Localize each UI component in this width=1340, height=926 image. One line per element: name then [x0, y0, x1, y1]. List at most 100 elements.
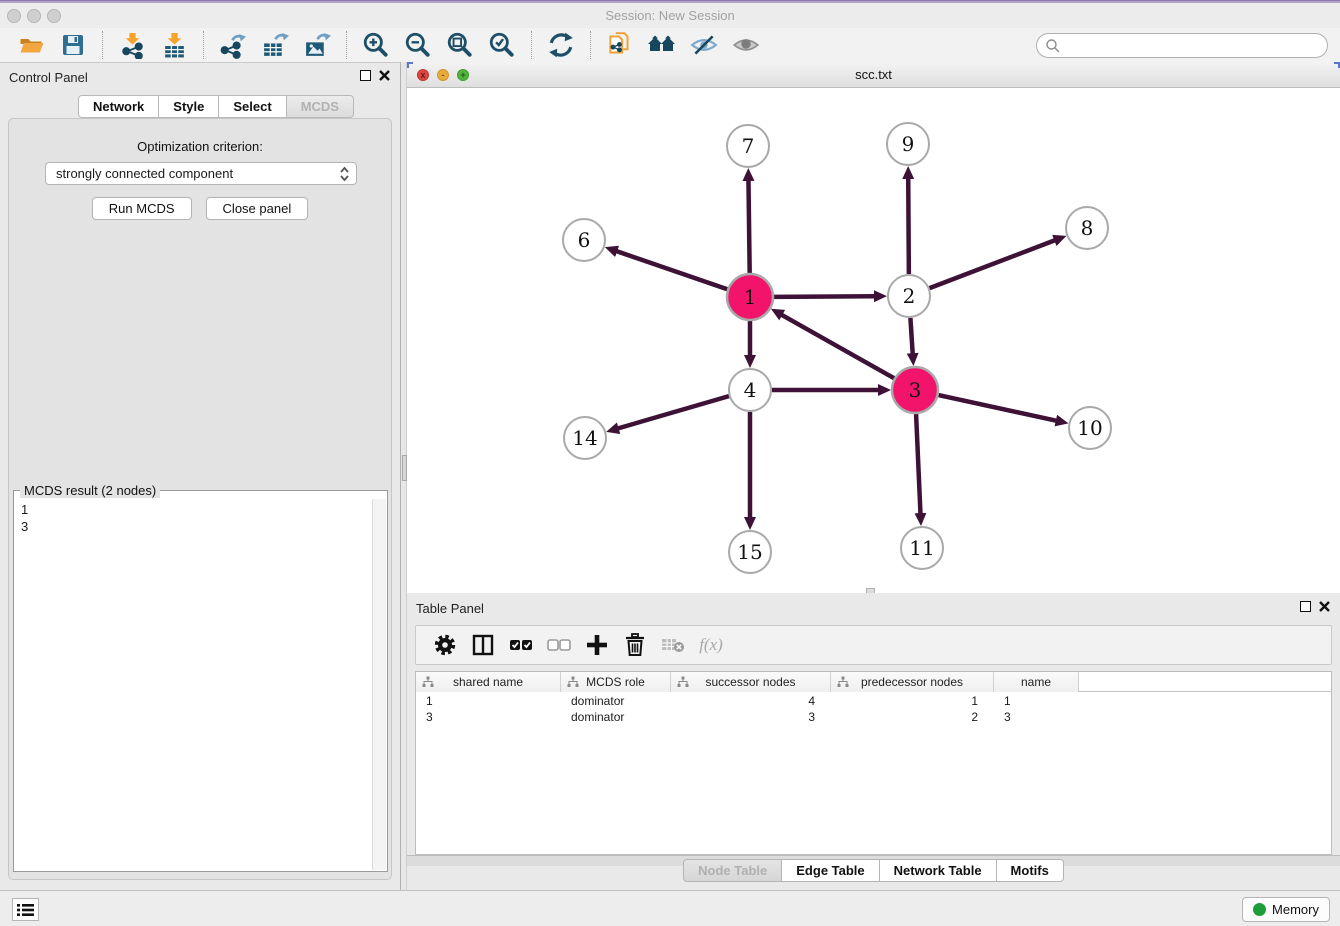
graph-node-8[interactable]: 8: [1066, 207, 1108, 249]
memory-button[interactable]: Memory: [1242, 897, 1330, 922]
graph-node-14[interactable]: 14: [564, 417, 606, 459]
edge-3-1[interactable]: [781, 315, 894, 379]
cell-name: 1: [994, 693, 1079, 709]
search-field[interactable]: [1036, 33, 1328, 58]
toolbar-separator: [590, 31, 591, 59]
search-icon: [1045, 38, 1061, 54]
tab-network[interactable]: Network: [78, 95, 159, 118]
graph-node-1[interactable]: 1: [727, 274, 773, 320]
table-row[interactable]: 3dominator323: [416, 709, 1331, 725]
add-row-icon[interactable]: [583, 631, 611, 659]
float-panel-icon[interactable]: [360, 70, 371, 81]
memory-status-dot: [1253, 903, 1266, 916]
graph-node-9[interactable]: 9: [887, 123, 929, 165]
export-network-icon[interactable]: [218, 30, 248, 60]
import-table-icon[interactable]: [159, 30, 189, 60]
node-table[interactable]: shared nameMCDS rolesuccessor nodesprede…: [415, 671, 1332, 855]
mcds-pane: Optimization criterion: strongly connect…: [8, 118, 392, 880]
zoom-fit-icon[interactable]: [445, 30, 475, 60]
network-graph[interactable]: 7 9 6 8 1 2 4 3 14 10 15 11: [407, 88, 1340, 593]
hide-selected-icon[interactable]: [689, 30, 719, 60]
result-scrollbar[interactable]: [372, 499, 386, 870]
run-mcds-button[interactable]: Run MCDS: [92, 197, 192, 220]
copy-network-icon[interactable]: [605, 30, 635, 60]
focus-corner-mark: [407, 62, 413, 68]
task-history-button[interactable]: [12, 898, 39, 921]
column-header-shared-name[interactable]: shared name: [416, 672, 561, 692]
edge-1-6[interactable]: [616, 251, 727, 289]
svg-text:11: 11: [909, 536, 934, 560]
edge-1-2[interactable]: [774, 296, 875, 297]
column-header-successor-nodes[interactable]: successor nodes: [671, 672, 831, 692]
edge-3-10[interactable]: [938, 395, 1056, 421]
tab-edge-table[interactable]: Edge Table: [782, 859, 879, 882]
zoom-in-icon[interactable]: [361, 30, 391, 60]
column-header-predecessor-nodes[interactable]: predecessor nodes: [831, 672, 994, 692]
close-panel-button[interactable]: Close panel: [206, 197, 309, 220]
delete-table-icon[interactable]: [659, 631, 687, 659]
edge-2-3[interactable]: [910, 318, 912, 354]
column-header-mcds-role[interactable]: MCDS role: [561, 672, 671, 692]
control-panel: Control Panel NetworkStyleSelectMCDS Opt…: [0, 62, 400, 890]
memory-label: Memory: [1272, 902, 1319, 917]
edge-3-11[interactable]: [916, 414, 920, 514]
deselect-all-icon[interactable]: [545, 631, 573, 659]
graph-node-11[interactable]: 11: [901, 527, 943, 569]
show-all-icon[interactable]: [731, 30, 761, 60]
graph-node-6[interactable]: 6: [563, 219, 605, 261]
edge-1-7[interactable]: [748, 180, 749, 273]
table-panel-title: Table Panel: [416, 601, 484, 616]
cell-successor-nodes: 3: [671, 709, 831, 725]
zoom-out-icon[interactable]: [403, 30, 433, 60]
tab-style[interactable]: Style: [159, 95, 219, 118]
tab-select[interactable]: Select: [219, 95, 286, 118]
open-session-icon[interactable]: [16, 30, 46, 60]
cell-mcds-role: dominator: [561, 693, 671, 709]
tab-mcds[interactable]: MCDS: [287, 95, 354, 118]
home-layout-icon[interactable]: [647, 30, 677, 60]
graph-node-2[interactable]: 2: [888, 275, 930, 317]
delete-row-icon[interactable]: [621, 631, 649, 659]
cell-predecessor-nodes: 1: [831, 693, 994, 709]
table-panel: Table Panel f(x) shared nameMCDS rolesuc…: [407, 593, 1340, 890]
svg-text:1: 1: [744, 285, 757, 309]
graph-node-10[interactable]: 10: [1069, 407, 1111, 449]
select-all-icon[interactable]: [507, 631, 535, 659]
close-panel-icon[interactable]: [1319, 601, 1330, 612]
table-row[interactable]: 1dominator411: [416, 693, 1331, 709]
graph-node-4[interactable]: 4: [729, 369, 771, 411]
column-header-name[interactable]: name: [994, 672, 1079, 692]
tab-node-table[interactable]: Node Table: [683, 859, 782, 882]
refresh-view-icon[interactable]: [546, 30, 576, 60]
search-input[interactable]: [1061, 36, 1327, 56]
svg-text:15: 15: [737, 540, 762, 564]
control-panel-tabs: NetworkStyleSelectMCDS: [78, 95, 354, 118]
close-panel-icon[interactable]: [379, 70, 390, 81]
cell-successor-nodes: 4: [671, 693, 831, 709]
float-panel-icon[interactable]: [1300, 601, 1311, 612]
zoom-selected-icon[interactable]: [487, 30, 517, 60]
tab-motifs[interactable]: Motifs: [997, 859, 1064, 882]
edge-2-9[interactable]: [908, 178, 909, 274]
export-image-icon[interactable]: [302, 30, 332, 60]
vertical-splitter[interactable]: [400, 62, 407, 890]
columns-icon[interactable]: [469, 631, 497, 659]
save-session-icon[interactable]: [58, 30, 88, 60]
toolbar-separator: [531, 31, 532, 59]
edge-2-8[interactable]: [930, 240, 1056, 288]
function-builder-icon[interactable]: f(x): [697, 631, 725, 659]
network-canvas[interactable]: 7 9 6 8 1 2 4 3 14 10 15 11: [407, 88, 1340, 593]
gear-icon[interactable]: [431, 631, 459, 659]
graph-node-15[interactable]: 15: [729, 531, 771, 573]
table-tabs: Node TableEdge TableNetwork TableMotifs: [407, 859, 1340, 882]
graph-node-7[interactable]: 7: [727, 125, 769, 167]
import-network-icon[interactable]: [117, 30, 147, 60]
edge-4-14[interactable]: [618, 396, 729, 428]
export-table-icon[interactable]: [260, 30, 290, 60]
status-bar: Memory: [0, 890, 1340, 926]
network-window: x - + scc.txt 7968124314101511: [407, 62, 1340, 593]
tab-network-table[interactable]: Network Table: [880, 859, 997, 882]
criterion-dropdown[interactable]: strongly connected component: [45, 162, 357, 185]
graph-node-3[interactable]: 3: [892, 367, 938, 413]
result-line: 1: [21, 501, 366, 518]
